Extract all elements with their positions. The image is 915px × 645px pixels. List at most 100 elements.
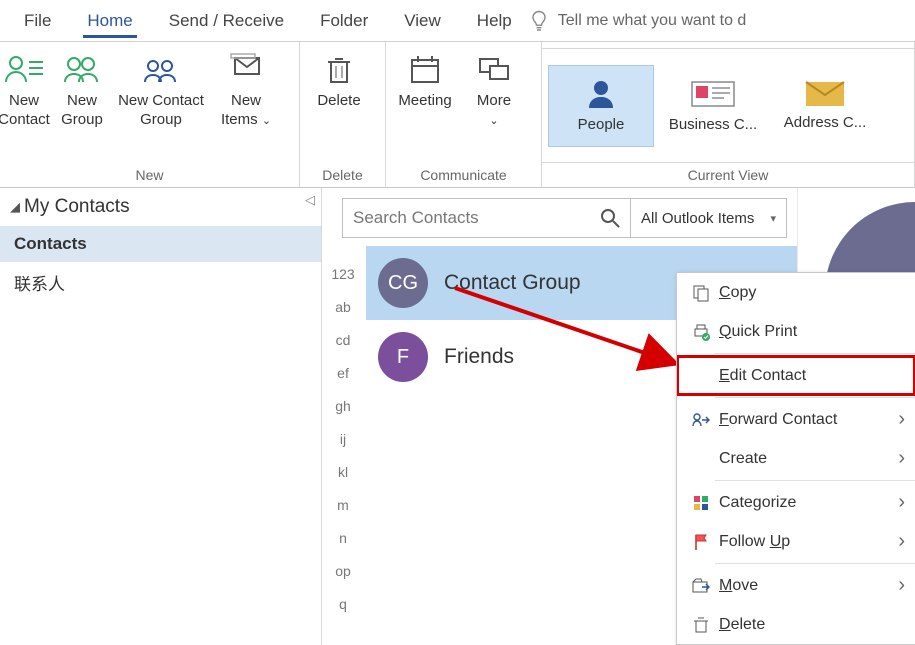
ctx-edit-contact[interactable]: Edit ContactEdit Contact: [677, 356, 915, 395]
more-button[interactable]: More⌄: [464, 48, 524, 130]
ctx-categorize[interactable]: CategorizeCategorize: [677, 483, 915, 522]
chevron-down-icon: ▾: [770, 212, 776, 225]
tab-file[interactable]: File: [6, 0, 69, 42]
lightbulb-icon: [530, 10, 548, 32]
avatar: CG: [378, 258, 428, 308]
az-ab[interactable]: ab: [328, 291, 358, 324]
group-label-delete: Delete: [300, 163, 385, 187]
ribbon: New Contact New Group New Contact Group …: [0, 42, 915, 188]
menu-tabs: File Home Send / Receive Folder View Hel…: [0, 0, 915, 42]
meeting-label: Meeting: [398, 92, 451, 111]
ctx-create[interactable]: Create: [677, 439, 915, 478]
sidebar-item-contacts[interactable]: Contacts: [0, 226, 321, 262]
chevron-down-icon: ⌄: [489, 115, 498, 127]
tell-me-text: Tell me what you want to d: [558, 12, 747, 30]
az-q[interactable]: q: [328, 588, 358, 621]
search-input[interactable]: Search Contacts: [342, 198, 631, 238]
new-group-button[interactable]: New Group: [52, 48, 112, 130]
trash-icon: [324, 48, 354, 90]
new-items-label: New Items ⌄: [216, 92, 276, 130]
people-group-icon: [141, 48, 181, 90]
az-kl[interactable]: kl: [328, 456, 358, 489]
ctx-delete-label: DeleteDelete: [719, 616, 765, 634]
new-group-label: New Group: [58, 92, 106, 130]
ctx-follow-up-label: Follow UpFollow Up: [719, 533, 790, 551]
view-business-label: Business C...: [669, 116, 757, 133]
ctx-quick-print[interactable]: Quick PrintQuick Print: [677, 312, 915, 351]
person-lines-icon: [3, 48, 45, 90]
search-placeholder: Search Contacts: [353, 208, 479, 228]
ctx-delete[interactable]: DeleteDelete: [677, 605, 915, 644]
tab-folder[interactable]: Folder: [302, 0, 386, 42]
group-label-communicate: Communicate: [386, 163, 541, 187]
context-menu: CCopyopy Quick PrintQuick Print Edit Con…: [676, 272, 915, 645]
tab-send-receive[interactable]: Send / Receive: [151, 0, 302, 42]
tab-help[interactable]: Help: [459, 0, 530, 42]
ribbon-group-new: New Contact New Group New Contact Group …: [0, 42, 300, 187]
ctx-forward-contact-label: Forward ContactForward Contact: [719, 411, 837, 429]
contact-name: Friends: [444, 345, 514, 369]
tell-me-search[interactable]: Tell me what you want to d: [530, 10, 915, 32]
new-contact-group-button[interactable]: New Contact Group: [112, 48, 210, 130]
view-people-label: People: [578, 116, 625, 133]
business-card-icon: [690, 78, 736, 110]
copy-icon: [687, 284, 715, 302]
az-ef[interactable]: ef: [328, 357, 358, 390]
sidebar-heading[interactable]: ◢ My Contacts: [0, 188, 321, 226]
separator: [715, 480, 915, 481]
ctx-move[interactable]: MoveMove: [677, 566, 915, 605]
more-label: More⌄: [477, 92, 511, 130]
separator: [715, 397, 915, 398]
sidebar-item-contacts-cn[interactable]: 联系人: [0, 262, 321, 303]
delete-button[interactable]: Delete: [300, 48, 378, 111]
az-cd[interactable]: cd: [328, 324, 358, 357]
new-items-button[interactable]: New Items ⌄: [210, 48, 282, 130]
envelope-solid-icon: [804, 80, 846, 108]
triangle-down-icon: ◢: [10, 199, 20, 215]
print-check-icon: [687, 323, 715, 341]
az-op[interactable]: op: [328, 555, 358, 588]
contact-name: Contact Group: [444, 271, 581, 295]
sidebar-heading-label: My Contacts: [24, 196, 130, 218]
az-123[interactable]: 123: [328, 258, 358, 291]
view-business-card[interactable]: Business C...: [660, 65, 766, 147]
move-folder-icon: [687, 578, 715, 594]
tab-home[interactable]: Home: [69, 0, 150, 42]
envelope-stack-icon: [227, 48, 265, 90]
person-solid-icon: [586, 78, 616, 110]
sidebar: ◁ ◢ My Contacts Contacts 联系人: [0, 188, 322, 645]
group-label-current-view: Current View: [542, 163, 914, 187]
view-address-label: Address C...: [784, 114, 867, 131]
group-label-new: New: [0, 163, 299, 187]
tab-view[interactable]: View: [386, 0, 459, 42]
ctx-follow-up[interactable]: Follow UpFollow Up: [677, 522, 915, 561]
categories-icon: [687, 495, 715, 511]
ctx-forward-contact[interactable]: Forward ContactForward Contact: [677, 400, 915, 439]
calendar-icon: [408, 48, 442, 90]
az-index: 123 ab cd ef gh ij kl m n op q: [328, 258, 358, 621]
ctx-copy[interactable]: CCopyopy: [677, 273, 915, 312]
avatar: F: [378, 332, 428, 382]
az-m[interactable]: m: [328, 489, 358, 522]
az-gh[interactable]: gh: [328, 390, 358, 423]
collapse-caret-icon[interactable]: ◁: [305, 192, 315, 208]
view-address-card[interactable]: Address C...: [772, 65, 878, 147]
ctx-copy-label: CCopyopy: [719, 284, 756, 302]
new-contact-group-label: New Contact Group: [118, 92, 204, 130]
ctx-quick-print-label: Quick PrintQuick Print: [719, 323, 797, 341]
search-scope-dropdown[interactable]: All Outlook Items ▾: [631, 198, 787, 238]
new-contact-button[interactable]: New Contact: [0, 48, 52, 130]
view-people[interactable]: People: [548, 65, 654, 147]
forward-contact-icon: [687, 411, 715, 429]
meeting-button[interactable]: Meeting: [386, 48, 464, 111]
search-icon: [600, 208, 620, 228]
separator: [715, 353, 915, 354]
people-icon: [62, 48, 102, 90]
search-scope-label: All Outlook Items: [641, 210, 754, 227]
az-n[interactable]: n: [328, 522, 358, 555]
separator: [715, 563, 915, 564]
flag-icon: [687, 533, 715, 551]
ribbon-group-current-view: People Business C... Address C... Curren…: [542, 42, 915, 187]
ribbon-group-delete: Delete Delete: [300, 42, 386, 187]
az-ij[interactable]: ij: [328, 423, 358, 456]
